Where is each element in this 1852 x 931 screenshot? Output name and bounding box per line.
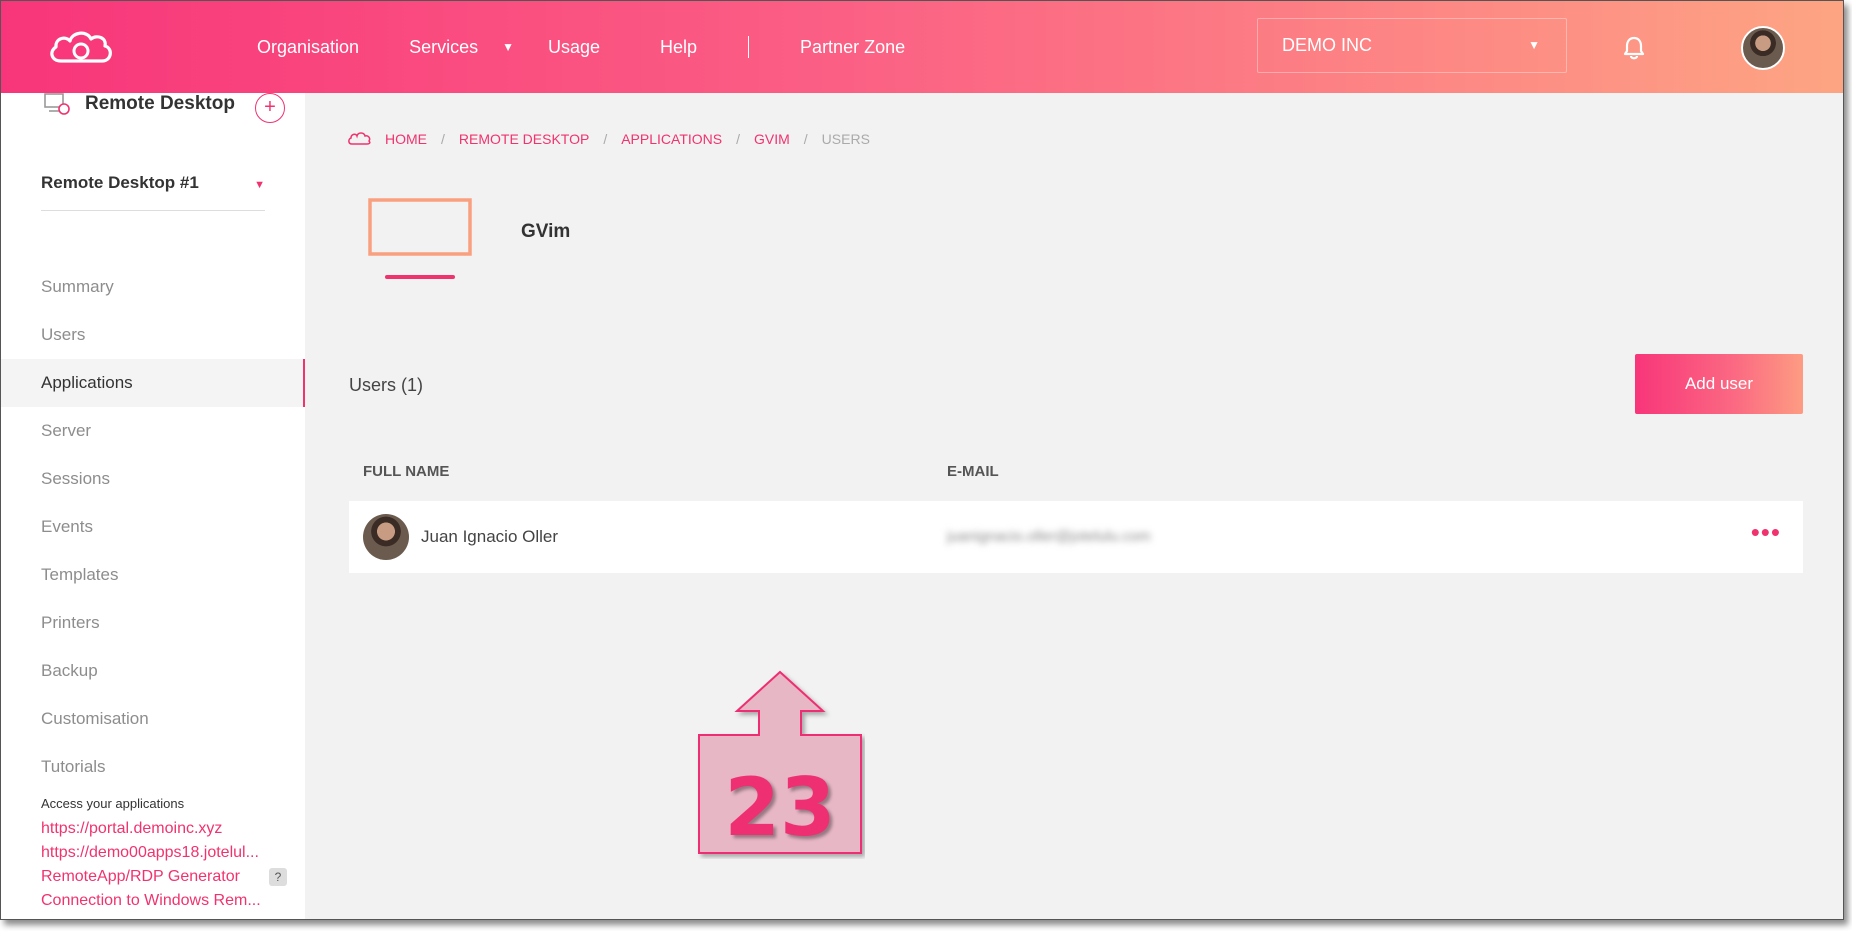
access-applications-section: Access your applications https://portal.…: [41, 796, 291, 913]
sidebar-item-server[interactable]: Server: [1, 407, 305, 455]
sidebar-item-backup[interactable]: Backup: [1, 647, 305, 695]
cloud-logo-icon[interactable]: [47, 29, 115, 65]
users-count-heading: Users (1): [349, 375, 424, 395]
breadcrumb-applications[interactable]: APPLICATIONS: [621, 131, 722, 147]
nav-services-label: Services: [409, 36, 479, 57]
sidebar-item-templates[interactable]: Templates: [1, 551, 305, 599]
breadcrumb-home[interactable]: HOME: [385, 131, 427, 147]
sidebar-menu: Summary Users Applications Server Sessio…: [1, 263, 305, 791]
column-header-full-name: FULL NAME: [363, 463, 450, 480]
organisation-selector[interactable]: DEMO INC ▼: [1257, 18, 1567, 73]
breadcrumb-remote-desktop[interactable]: REMOTE DESKTOP: [459, 131, 589, 147]
nav-usage[interactable]: Usage: [548, 37, 600, 58]
breadcrumb: HOME / REMOTE DESKTOP / APPLICATIONS / G…: [347, 131, 870, 147]
breadcrumb-users: USERS: [821, 131, 870, 147]
rdp-generator-row: RemoteApp/RDP Generator ?: [41, 865, 291, 889]
help-icon[interactable]: ?: [269, 868, 287, 886]
caret-down-icon: ▼: [1528, 38, 1540, 52]
application-monitor-icon: [368, 198, 472, 279]
access-applications-label: Access your applications: [41, 796, 185, 811]
main-nav: Organisation Services ▼ Usage Help Partn…: [257, 1, 905, 93]
nav-organisation[interactable]: Organisation: [257, 37, 359, 58]
avatar: [363, 514, 409, 560]
organisation-selector-value: DEMO INC: [1282, 35, 1372, 55]
breadcrumb-separator: /: [603, 131, 608, 147]
sidebar-title: Remote Desktop: [85, 93, 235, 114]
application-name: GVim: [521, 221, 571, 242]
sidebar-item-customisation[interactable]: Customisation: [1, 695, 305, 743]
nav-help[interactable]: Help: [660, 37, 697, 58]
apps-server-link[interactable]: https://demo00apps18.jotelul...: [41, 841, 273, 865]
sidebar-item-users[interactable]: Users: [1, 311, 305, 359]
rdp-generator-link[interactable]: RemoteApp/RDP Generator: [41, 865, 273, 889]
sidebar: Remote Desktop + Remote Desktop #1 ▼ Sum…: [1, 93, 305, 919]
breadcrumb-separator: /: [803, 131, 808, 147]
breadcrumb-gvim[interactable]: GVIM: [754, 131, 790, 147]
remote-desktop-icon: [44, 93, 70, 115]
breadcrumb-separator: /: [736, 131, 740, 147]
sidebar-item-tutorials[interactable]: Tutorials: [1, 743, 305, 791]
table-row[interactable]: Juan Ignacio Oller juanignacio.oller@jot…: [349, 501, 1803, 573]
app-window: Organisation Services ▼ Usage Help Partn…: [0, 0, 1844, 920]
service-instance-value: Remote Desktop #1: [41, 173, 199, 192]
nav-partner-zone[interactable]: Partner Zone: [800, 37, 905, 58]
windows-connection-link[interactable]: Connection to Windows Rem...: [41, 889, 273, 913]
main-content: HOME / REMOTE DESKTOP / APPLICATIONS / G…: [305, 93, 1843, 919]
annotation-callout: 23: [695, 669, 865, 859]
sidebar-header: Remote Desktop +: [41, 93, 291, 123]
sidebar-item-summary[interactable]: Summary: [1, 263, 305, 311]
sidebar-item-applications[interactable]: Applications: [1, 359, 305, 407]
top-navigation-bar: Organisation Services ▼ Usage Help Partn…: [1, 1, 1843, 93]
cloud-home-icon[interactable]: [347, 132, 371, 146]
user-avatar[interactable]: [1741, 26, 1785, 70]
service-instance-selector[interactable]: Remote Desktop #1 ▼: [41, 173, 265, 211]
caret-down-icon: ▼: [254, 179, 265, 191]
more-options-icon[interactable]: •••: [1751, 519, 1781, 545]
user-full-name: Juan Ignacio Oller: [421, 527, 559, 546]
user-email: juanignacio.oller@jotelulu.com: [947, 528, 1151, 545]
sidebar-item-sessions[interactable]: Sessions: [1, 455, 305, 503]
add-user-button[interactable]: Add user: [1635, 354, 1803, 414]
caret-down-icon: ▼: [502, 40, 514, 54]
breadcrumb-separator: /: [441, 131, 445, 147]
bell-icon[interactable]: [1621, 35, 1647, 61]
column-header-email: E-MAIL: [947, 463, 999, 480]
annotation-number: 23: [724, 761, 836, 854]
sidebar-item-printers[interactable]: Printers: [1, 599, 305, 647]
add-service-button[interactable]: +: [255, 93, 285, 123]
portal-link[interactable]: https://portal.demoinc.xyz: [41, 817, 273, 841]
sidebar-item-events[interactable]: Events: [1, 503, 305, 551]
nav-divider: [748, 36, 750, 58]
nav-services[interactable]: Services ▼: [409, 37, 514, 58]
